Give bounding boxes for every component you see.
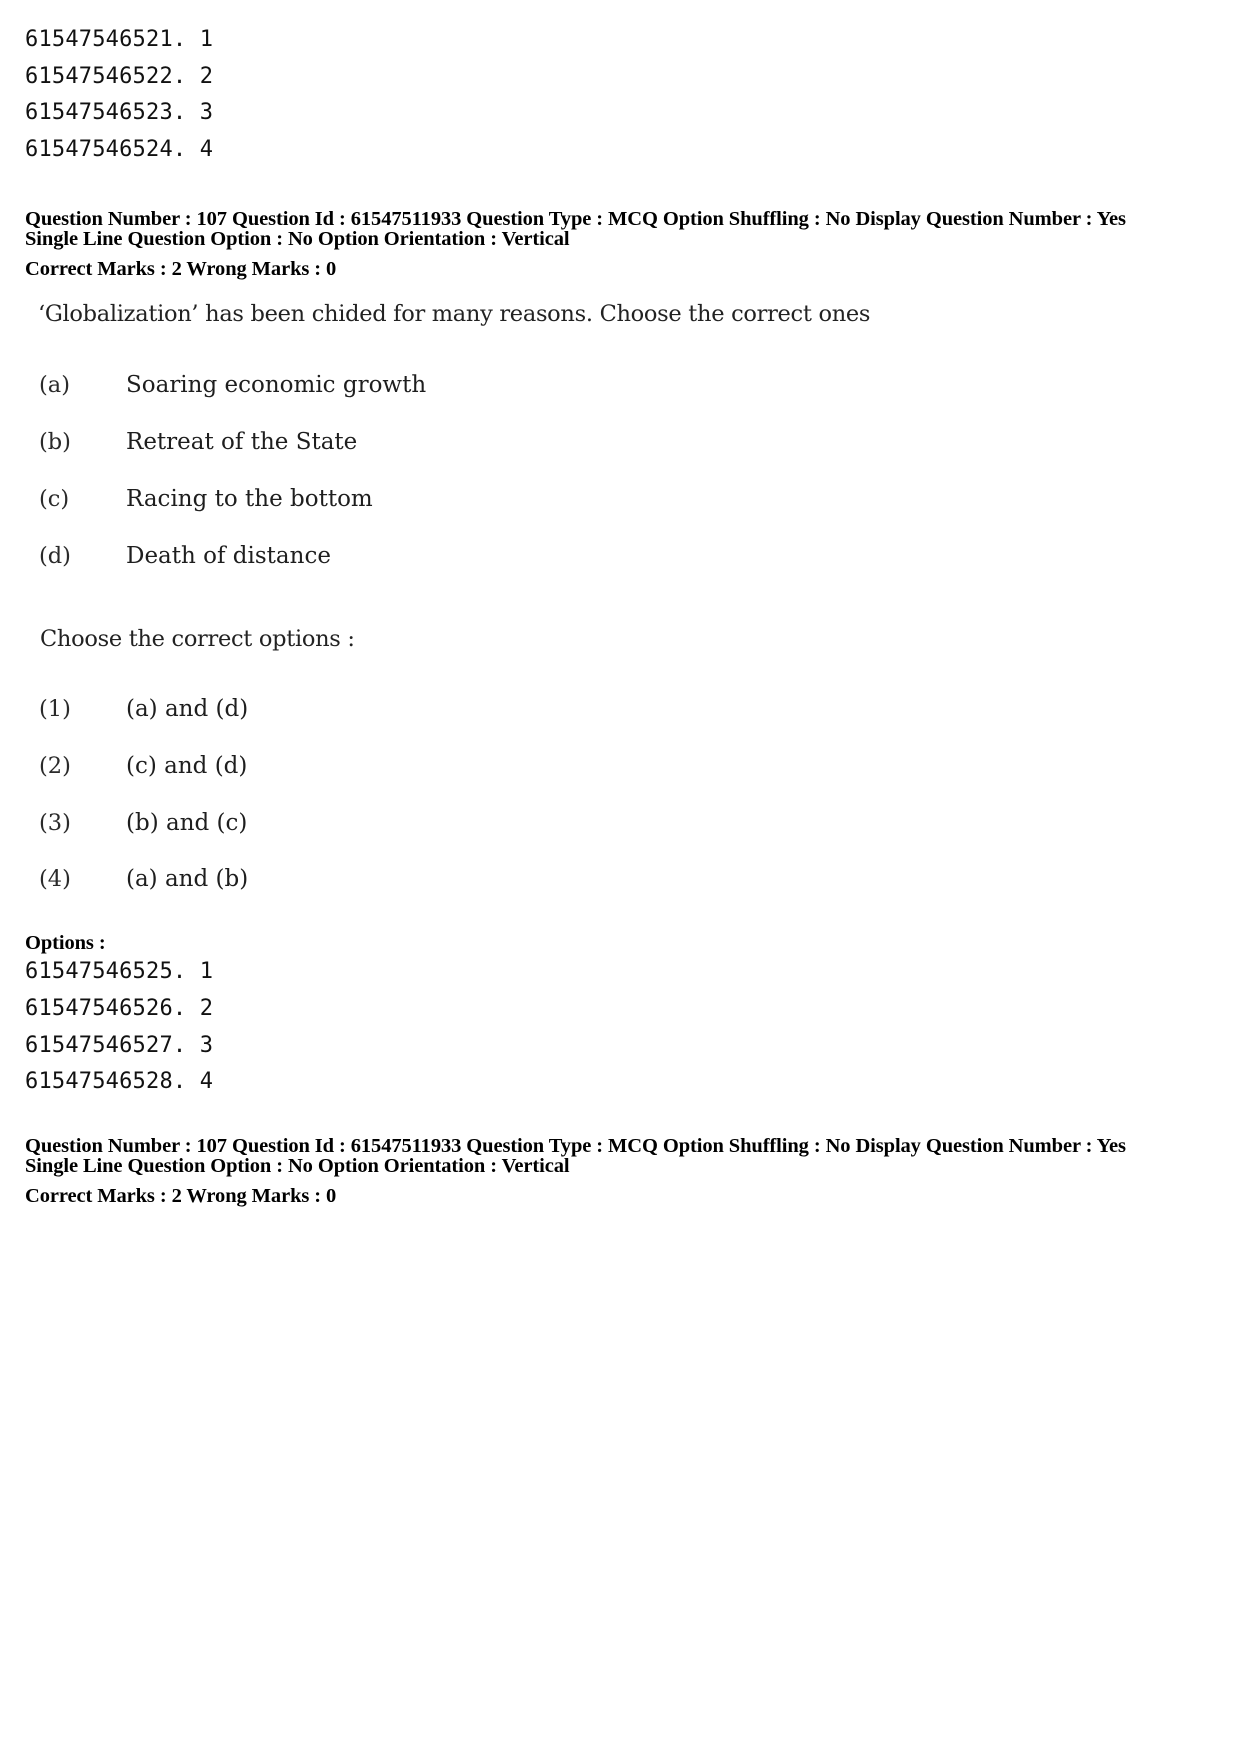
question-marks: Correct Marks : 2 Wrong Marks : 0 (25, 258, 337, 280)
options-label: Options : (25, 932, 106, 954)
option-row: 61547546523. 3 (25, 100, 213, 126)
option-id: 61547546521 (25, 27, 173, 52)
choice-text: (a) and (d) (126, 696, 249, 722)
statement-label: (d) (39, 543, 71, 569)
option-row: 61547546525. 1 (25, 959, 213, 985)
option-separator: . (172, 100, 200, 125)
choice-label: (3) (39, 810, 71, 836)
option-id: 61547546526 (25, 996, 173, 1021)
question-meta-line-1: Question Number : 107 Question Id : 6154… (25, 208, 1126, 230)
option-separator: . (172, 64, 200, 89)
statement-text: Soaring economic growth (126, 372, 427, 398)
choice-text: (b) and (c) (126, 810, 248, 836)
choice-label: (1) (39, 696, 71, 722)
option-row: 61547546528. 4 (25, 1069, 213, 1095)
option-number: 3 (199, 100, 214, 125)
question-marks: Correct Marks : 2 Wrong Marks : 0 (25, 1185, 337, 1207)
question-meta-line-1: Question Number : 107 Question Id : 6154… (25, 1135, 1126, 1157)
option-number: 4 (199, 1069, 214, 1094)
choice-label: (2) (39, 753, 71, 779)
option-row: 61547546526. 2 (25, 996, 213, 1022)
option-number: 2 (199, 996, 214, 1021)
option-number: 4 (199, 137, 214, 162)
option-number: 3 (199, 1033, 214, 1058)
option-id: 61547546525 (25, 959, 173, 984)
statement-label: (a) (39, 372, 70, 398)
option-row: 61547546527. 3 (25, 1033, 213, 1059)
statement-label: (c) (39, 486, 70, 512)
question-meta-line-2: Single Line Question Option : No Option … (25, 1155, 570, 1177)
statement-text: Death of distance (126, 543, 331, 569)
choice-text: (c) and (d) (126, 753, 248, 779)
option-id: 61547546524 (25, 137, 173, 162)
option-id: 61547546528 (25, 1069, 173, 1094)
option-separator: . (172, 137, 200, 162)
statement-text: Racing to the bottom (126, 486, 373, 512)
statement-label: (b) (39, 429, 71, 455)
choose-prompt: Choose the correct options : (40, 626, 355, 652)
option-number: 2 (199, 64, 214, 89)
question-stem: ‘Globalization’ has been chided for many… (38, 301, 871, 327)
option-separator: . (172, 1069, 200, 1094)
option-number: 1 (199, 27, 214, 52)
option-row: 61547546522. 2 (25, 64, 213, 90)
choice-text: (a) and (b) (126, 866, 249, 892)
option-separator: . (172, 1033, 200, 1058)
option-id: 61547546523 (25, 100, 173, 125)
option-row: 61547546521. 1 (25, 27, 213, 53)
option-separator: . (172, 959, 200, 984)
option-number: 1 (199, 959, 214, 984)
question-meta-line-2: Single Line Question Option : No Option … (25, 228, 570, 250)
option-id: 61547546522 (25, 64, 173, 89)
option-row: 61547546524. 4 (25, 137, 213, 163)
choice-label: (4) (39, 866, 71, 892)
statement-text: Retreat of the State (126, 429, 358, 455)
option-id: 61547546527 (25, 1033, 173, 1058)
option-separator: . (172, 996, 200, 1021)
option-separator: . (172, 27, 200, 52)
